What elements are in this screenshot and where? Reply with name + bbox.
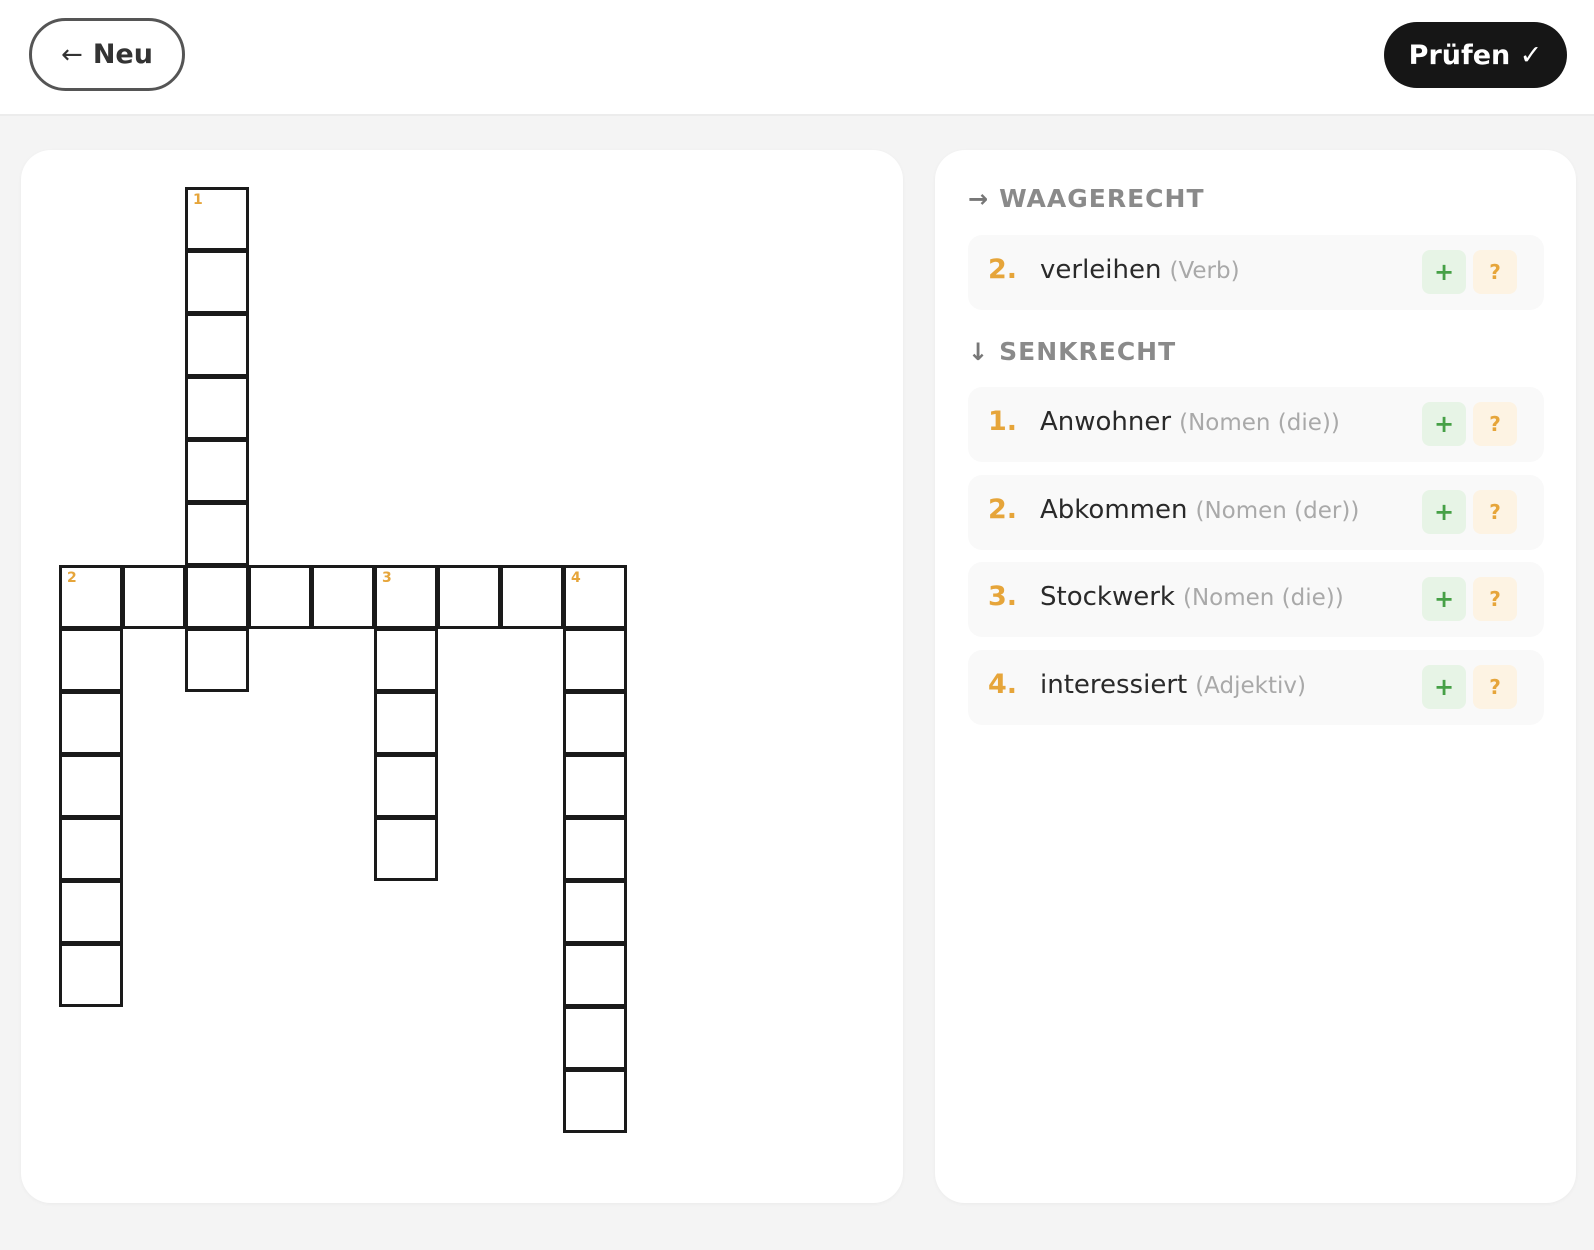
clue-word-text: verleihen	[1040, 255, 1162, 285]
arrow-down-icon: ↓	[968, 337, 990, 366]
crossword-cell[interactable]	[185, 565, 249, 629]
check-button[interactable]: Prüfen ✓	[1384, 22, 1567, 88]
crossword-cell[interactable]: 3	[374, 565, 438, 629]
clue-item-number: 3.	[988, 581, 1018, 612]
crossword-cell[interactable]	[185, 628, 249, 692]
crossword-cell[interactable]	[185, 502, 249, 566]
plus-button[interactable]: +	[1422, 490, 1466, 534]
crossword-cell[interactable]	[59, 691, 123, 755]
crossword-cell[interactable]	[374, 691, 438, 755]
down-heading: ↓ SENKRECHT	[968, 337, 1176, 366]
crossword-cell[interactable]	[374, 754, 438, 818]
clue-word-text: Stockwerk	[1040, 582, 1175, 612]
crossword-cell[interactable]	[185, 313, 249, 377]
crossword-cell[interactable]	[59, 628, 123, 692]
plus-button[interactable]: +	[1422, 665, 1466, 709]
check-button-label: Prüfen ✓	[1408, 39, 1543, 71]
crossword-cell[interactable]	[248, 565, 312, 629]
across-heading: → WAAGERECHT	[968, 184, 1205, 213]
clues-panel: → WAAGERECHT 2. verleihen (Verb) + ? ↓ SE…	[935, 150, 1576, 1203]
clue-word-type: (Nomen (die))	[1179, 410, 1340, 436]
clue-item-number: 4.	[988, 669, 1018, 700]
clue-word-type: (Nomen (der))	[1195, 498, 1360, 524]
crossword-cell[interactable]	[563, 1006, 627, 1070]
clue-item-number: 2.	[988, 254, 1018, 285]
crossword-cell[interactable]	[374, 817, 438, 881]
crossword-cell[interactable]	[122, 565, 186, 629]
clue-item-word: Anwohner (Nomen (die))	[1040, 407, 1340, 437]
clue-word-type: (Adjektiv)	[1195, 673, 1306, 699]
crossword-cell[interactable]	[563, 943, 627, 1007]
clue-word-type: (Verb)	[1169, 258, 1240, 284]
clue-item: 2. verleihen (Verb) + ?	[968, 235, 1544, 310]
clue-item-word: interessiert (Adjektiv)	[1040, 670, 1306, 700]
clue-word-type: (Nomen (die))	[1182, 585, 1344, 611]
clue-item-number: 1.	[988, 406, 1018, 437]
hint-button[interactable]: ?	[1473, 402, 1517, 446]
hint-button[interactable]: ?	[1473, 665, 1517, 709]
plus-button[interactable]: +	[1422, 577, 1466, 621]
clue-number: 1	[193, 192, 203, 208]
crossword-cell[interactable]	[59, 880, 123, 944]
hint-button[interactable]: ?	[1473, 577, 1517, 621]
clue-item-word: Stockwerk (Nomen (die))	[1040, 582, 1344, 612]
crossword-cell[interactable]	[311, 565, 375, 629]
crossword-cell[interactable]	[185, 376, 249, 440]
crossword-panel: 1 2 3 4	[21, 150, 903, 1203]
crossword-cell[interactable]	[374, 628, 438, 692]
crossword-cell[interactable]	[563, 754, 627, 818]
arrow-left-icon: ←	[61, 39, 83, 70]
crossword-cell[interactable]	[59, 817, 123, 881]
clue-item: 1. Anwohner (Nomen (die)) + ?	[968, 387, 1544, 462]
down-heading-label: SENKRECHT	[999, 337, 1177, 366]
new-button-label: Neu	[92, 39, 153, 70]
crossword-cell[interactable]: 4	[563, 565, 627, 629]
hint-button[interactable]: ?	[1473, 490, 1517, 534]
clue-item: 2. Abkommen (Nomen (der)) + ?	[968, 475, 1544, 550]
top-bar: ← Neu Prüfen ✓	[0, 0, 1594, 116]
clue-item: 3. Stockwerk (Nomen (die)) + ?	[968, 562, 1544, 637]
hint-button[interactable]: ?	[1473, 250, 1517, 294]
crossword-cell[interactable]	[563, 1069, 627, 1133]
crossword-cell[interactable]	[563, 628, 627, 692]
across-heading-label: WAAGERECHT	[999, 184, 1205, 213]
crossword-cell[interactable]	[59, 943, 123, 1007]
new-button[interactable]: ← Neu	[29, 18, 185, 91]
clue-item-word: verleihen (Verb)	[1040, 255, 1240, 285]
crossword-cell[interactable]	[563, 691, 627, 755]
clue-item-number: 2.	[988, 494, 1018, 525]
clue-word-text: Abkommen	[1040, 495, 1188, 525]
clue-word-text: Anwohner	[1040, 407, 1172, 437]
crossword-cell[interactable]	[563, 817, 627, 881]
clue-item-word: Abkommen (Nomen (der))	[1040, 495, 1359, 525]
arrow-right-icon: →	[968, 184, 990, 213]
crossword-cell[interactable]	[185, 439, 249, 503]
plus-button[interactable]: +	[1422, 250, 1466, 294]
clue-number: 2	[67, 570, 77, 586]
clue-number: 4	[571, 570, 581, 586]
crossword-cell[interactable]	[500, 565, 564, 629]
clue-word-text: interessiert	[1040, 670, 1188, 700]
crossword-cell[interactable]	[437, 565, 501, 629]
clue-item: 4. interessiert (Adjektiv) + ?	[968, 650, 1544, 725]
crossword-cell[interactable]	[563, 880, 627, 944]
crossword-cell[interactable]	[185, 250, 249, 314]
crossword-cell[interactable]: 2	[59, 565, 123, 629]
plus-button[interactable]: +	[1422, 402, 1466, 446]
clue-number: 3	[382, 570, 392, 586]
crossword-cell[interactable]	[59, 754, 123, 818]
crossword-cell[interactable]: 1	[185, 187, 249, 251]
